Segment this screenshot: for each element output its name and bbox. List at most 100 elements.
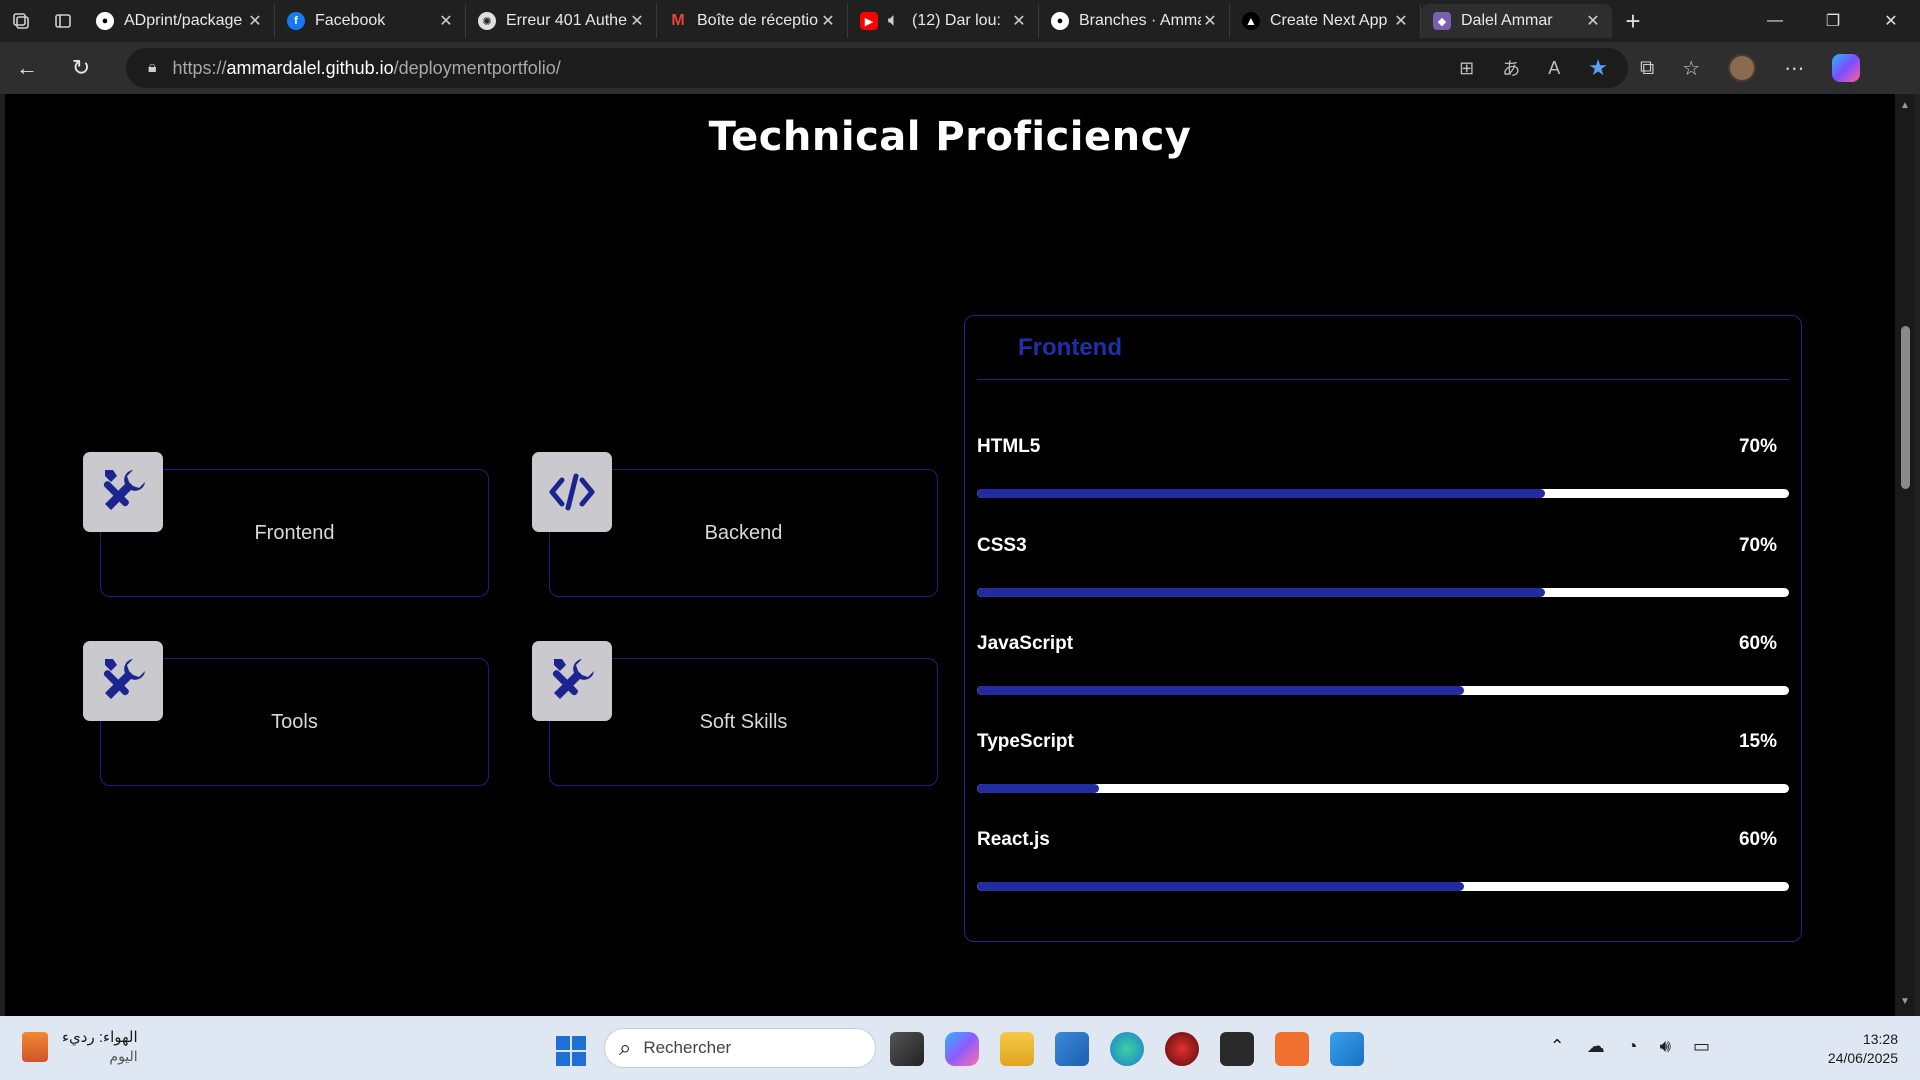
weather-status: الهواء: رديء [62, 1029, 138, 1046]
task-view-icon[interactable] [890, 1032, 924, 1066]
page-scrollbar[interactable]: ▲ ▼ [1895, 94, 1915, 1016]
terminal-icon[interactable] [1220, 1032, 1254, 1066]
category-card-backend[interactable]: Backend [532, 452, 938, 597]
window-controls: — ❐ ✕ [1746, 0, 1920, 42]
wifi-icon[interactable]: ◔ [1627, 1036, 1638, 1057]
browser-tab[interactable]: ● ADprint/package ✕ [84, 4, 275, 38]
xampp-icon[interactable] [1275, 1032, 1309, 1066]
skill-row: JavaScript 60% [977, 633, 1789, 713]
start-button[interactable] [556, 1036, 586, 1066]
more-options-icon[interactable]: ⋯ [1784, 56, 1804, 81]
vscode-icon[interactable] [1330, 1032, 1364, 1066]
speaker-icon[interactable]: 🔈︎ [884, 12, 902, 30]
category-label: Backend [704, 521, 783, 544]
skill-progress-fill [977, 588, 1546, 597]
skill-progress-track [977, 882, 1789, 891]
browser-tab[interactable]: ▲ Create Next App ✕ [1230, 4, 1421, 38]
close-tab-icon[interactable]: ✕ [246, 11, 264, 31]
favorites-icon[interactable]: ☆ [1682, 56, 1700, 81]
url-scheme: https:// [172, 57, 227, 78]
facebook-icon: f [287, 12, 305, 30]
browser-tab[interactable]: ✺ Erreur 401 Auther ✕ [466, 4, 657, 38]
browser-tab[interactable]: M Boîte de réceptio ✕ [657, 4, 848, 38]
lock-icon[interactable]: 🔒︎ [148, 59, 157, 77]
close-tab-icon[interactable]: ✕ [1392, 11, 1410, 31]
tab-title: Erreur 401 Auther [506, 12, 628, 29]
chevron-up-icon[interactable]: ⌃ [1550, 1036, 1565, 1057]
copilot-taskbar-icon[interactable] [945, 1032, 979, 1066]
taskbar-search[interactable]: ⌕ Rechercher [604, 1028, 876, 1068]
new-tab-button[interactable]: + [1612, 4, 1654, 38]
skill-name: TypeScript [977, 731, 1074, 752]
volume-icon[interactable]: 🔊︎ [1660, 1036, 1671, 1057]
tab-actions-icon[interactable] [42, 0, 84, 42]
close-tab-icon[interactable]: ✕ [1201, 11, 1219, 31]
skill-percent: 15% [1738, 731, 1777, 752]
app-available-icon[interactable]: ⊞ [1459, 58, 1474, 79]
browser-tab-active[interactable]: ◆ Dalel Ammar ✕ [1421, 4, 1612, 38]
weather-widget[interactable]: الهواء: رديء اليوم [22, 1028, 138, 1066]
profile-avatar[interactable] [1728, 54, 1757, 82]
weather-day: اليوم [109, 1048, 138, 1064]
favorite-star-icon[interactable]: ★ [1588, 55, 1608, 81]
file-explorer-icon[interactable] [1000, 1032, 1034, 1066]
url-path: /deploymentportfolio/ [393, 57, 561, 78]
system-clock[interactable]: 13:28 24/06/2025 [1828, 1030, 1898, 1068]
gmail-icon: M [671, 12, 685, 29]
restore-icon[interactable]: ❐ [1804, 0, 1862, 42]
skill-row: React.js 60% [977, 829, 1789, 909]
microsoft-store-icon[interactable] [1055, 1032, 1089, 1066]
category-label: Tools [271, 710, 318, 733]
onedrive-icon[interactable]: ☁ [1587, 1036, 1605, 1057]
workspaces-icon[interactable] [0, 0, 42, 42]
category-card-soft-skills[interactable]: Soft Skills [532, 641, 938, 786]
close-tab-icon[interactable]: ✕ [1010, 11, 1028, 31]
tab-title: ADprint/package [124, 12, 243, 29]
close-tab-icon[interactable]: ✕ [628, 11, 646, 31]
windows-logo-icon [556, 1036, 570, 1050]
category-label: Frontend [254, 521, 335, 544]
close-tab-icon[interactable]: ✕ [1584, 11, 1602, 31]
close-tab-icon[interactable]: ✕ [819, 11, 837, 31]
app-red-icon[interactable] [1165, 1032, 1199, 1066]
browser-tab[interactable]: f Facebook ✕ [275, 4, 466, 38]
skill-progress-track [977, 784, 1789, 793]
skill-progress-track [977, 489, 1789, 498]
page-viewport: Technical Proficiency Frontend Backend T… [5, 94, 1895, 1016]
panel-title: Frontend [1018, 334, 1122, 361]
tab-title: (12) Dar lou: [912, 12, 1001, 29]
windows-logo-pane [572, 1052, 586, 1066]
browser-tab[interactable]: ● Branches · Amma ✕ [1039, 4, 1230, 38]
address-field[interactable]: 🔒︎ https://ammardalel.github.io/deployme… [126, 48, 1628, 88]
read-aloud-icon[interactable]: A [1548, 58, 1560, 79]
copilot-icon[interactable] [1832, 54, 1861, 82]
scroll-up-icon[interactable]: ▲ [1899, 100, 1911, 111]
scrollbar-thumb[interactable] [1901, 326, 1910, 489]
page-title: Technical Proficiency [708, 114, 1192, 160]
address-actions: ⊞ あ A ★ [1459, 48, 1608, 88]
close-tab-icon[interactable]: ✕ [437, 11, 455, 31]
skill-progress-fill [977, 489, 1546, 498]
extensions-icon[interactable]: ⧉ [1640, 57, 1654, 80]
scroll-down-icon[interactable]: ▼ [1899, 996, 1911, 1007]
category-card-tools[interactable]: Tools [83, 641, 489, 786]
weather-icon [22, 1032, 48, 1062]
close-window-icon[interactable]: ✕ [1862, 0, 1920, 42]
system-tray: ⌃ ☁ ◔ 🔊︎ ▭ [1550, 1036, 1710, 1057]
translate-icon[interactable]: あ [1502, 55, 1520, 81]
category-card-frontend[interactable]: Frontend [83, 452, 489, 597]
back-icon[interactable]: ← [0, 42, 54, 94]
skill-progress-track [977, 686, 1789, 695]
search-icon: ⌕ [619, 1035, 632, 1060]
search-placeholder: Rechercher [643, 1038, 732, 1057]
browser-tab[interactable]: ▶ 🔈︎ (12) Dar lou: ✕ [848, 4, 1039, 38]
vercel-icon: ▲ [1242, 12, 1260, 30]
browser-toolbar-right: ⧉ ☆ ⋯ [1640, 42, 1861, 94]
tab-strip: ● ADprint/package ✕ f Facebook ✕ ✺ Erreu… [0, 0, 1920, 42]
minimize-icon[interactable]: — [1746, 0, 1804, 42]
battery-icon[interactable]: ▭ [1693, 1036, 1710, 1057]
panel-divider [977, 379, 1789, 380]
refresh-icon[interactable]: ↻ [54, 42, 108, 94]
clock-time: 13:28 [1862, 1031, 1898, 1047]
edge-icon[interactable] [1110, 1032, 1144, 1066]
